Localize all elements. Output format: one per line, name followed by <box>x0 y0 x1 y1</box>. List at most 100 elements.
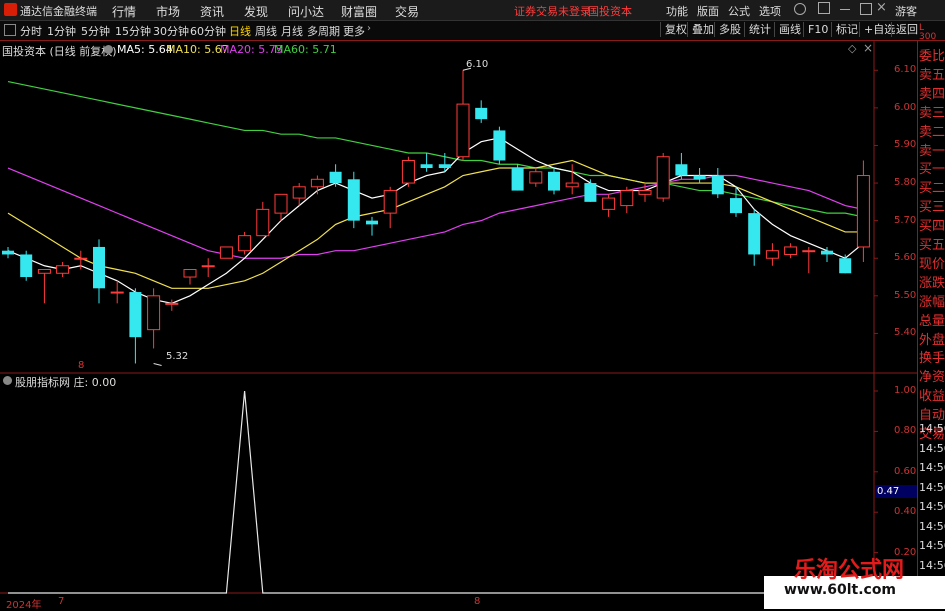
tab-period-15min[interactable]: 15分钟 <box>115 23 151 39</box>
quote-field-label[interactable]: 买二 <box>919 177 945 196</box>
back-button[interactable]: 返回 <box>891 22 922 37</box>
close-icon[interactable]: × <box>876 0 887 15</box>
quote-field-label[interactable]: 总量 <box>919 310 945 329</box>
menu-item-ask[interactable]: 问小达 <box>288 3 324 20</box>
maximize-icon[interactable] <box>860 3 872 15</box>
quote-field-label[interactable]: 涨跌 <box>919 272 945 291</box>
ma60-line <box>7 80 864 218</box>
trade-time: 14:56 <box>919 558 945 572</box>
y-tick-label: 5.90 <box>894 139 917 151</box>
tab-period-5min[interactable]: 5分钟 <box>81 23 110 39</box>
candle-body-up <box>456 103 470 158</box>
candle-body-down <box>2 250 14 255</box>
quote-field-label[interactable]: 卖三 <box>919 102 945 121</box>
menu-item-trade[interactable]: 交易 <box>395 3 419 20</box>
tab-period-timeshare[interactable]: 分时 <box>20 23 42 39</box>
trade-time: 14:56 <box>919 480 945 494</box>
candle-body-up <box>310 178 324 188</box>
candle-body-up <box>256 208 270 237</box>
quote-field-label[interactable]: 买五 <box>919 234 945 253</box>
quote-field-label[interactable]: 卖一 <box>919 140 945 159</box>
quote-field-label[interactable]: 卖四 <box>919 83 945 102</box>
candle-body-down <box>511 168 524 191</box>
tab-period-month[interactable]: 月线 <box>281 23 303 39</box>
tab-period-more[interactable]: 更多 <box>343 23 365 39</box>
menu-item-markets[interactable]: 市场 <box>156 3 180 20</box>
menu-item-options[interactable]: 选项 <box>759 3 781 19</box>
candle-body-down <box>693 175 706 180</box>
menu-item-discover[interactable]: 发现 <box>244 3 268 20</box>
quote-field-label[interactable]: 委比 <box>919 45 945 64</box>
candle-body-down <box>748 213 761 255</box>
quote-field-label[interactable]: 涨幅 <box>919 291 945 310</box>
minimize-icon[interactable] <box>840 9 850 10</box>
menu-item-news[interactable]: 资讯 <box>200 3 224 20</box>
axis-month-label-1: 7 <box>58 596 65 607</box>
tab-period-day[interactable]: 日线 <box>229 23 251 39</box>
trade-time: 14:56 <box>919 441 945 455</box>
axis-month-label-2: 8 <box>474 596 481 607</box>
quote-field-label[interactable]: 买四 <box>919 215 945 234</box>
candle-body-up <box>401 159 415 184</box>
y-tick-label: 5.50 <box>894 289 917 301</box>
menu-item-market[interactable]: 行情 <box>112 3 136 20</box>
restore-icon[interactable] <box>818 2 830 14</box>
candle-body-down <box>438 164 451 169</box>
candle-body-down <box>821 250 833 255</box>
candle-body-down <box>420 164 433 169</box>
candle-body-up <box>110 291 124 294</box>
tab-period-1min[interactable]: 1分钟 <box>47 23 76 39</box>
user-label[interactable]: 游客 <box>895 3 917 19</box>
help-icon[interactable] <box>794 3 806 15</box>
candle-body-down <box>675 164 688 176</box>
quote-field-label[interactable]: 卖二 <box>919 121 945 140</box>
app-name: 通达信金融终端 <box>20 5 97 18</box>
y-tick-label: 6.00 <box>894 101 917 113</box>
menu-item-formula[interactable]: 公式 <box>728 3 750 19</box>
candle-body-down <box>129 292 142 338</box>
tab-period-multi[interactable]: 多周期 <box>307 23 340 39</box>
quote-field-label[interactable]: 换手 <box>919 347 945 366</box>
candle-body-up <box>602 197 616 210</box>
chevron-right-icon[interactable]: › <box>367 23 371 34</box>
sidebar-toggle-icon[interactable] <box>4 24 16 36</box>
trade-time: 14:56 <box>919 519 945 533</box>
tab-period-60min[interactable]: 60分钟 <box>190 23 226 39</box>
tab-period-30min[interactable]: 30分钟 <box>153 23 189 39</box>
menu-item-function[interactable]: 功能 <box>666 3 688 19</box>
quote-field-label[interactable]: 买一 <box>919 158 945 177</box>
f10-button[interactable]: F10 <box>803 22 832 37</box>
trade-time: 14:56 <box>919 539 945 552</box>
quote-field-label[interactable]: 自动 <box>919 404 945 423</box>
y-tick-label: 6.10 <box>894 64 917 76</box>
candle-body-up <box>238 235 252 252</box>
login-notice[interactable]: 证券交易未登录 <box>514 3 591 19</box>
draw-line-button[interactable]: 画线 <box>774 22 805 37</box>
y-tick-label: 5.60 <box>894 252 917 264</box>
candle-body-down <box>347 179 360 221</box>
quote-field-label[interactable]: 净资 <box>919 366 945 385</box>
candle-body-up <box>56 265 70 274</box>
candle-body-up <box>529 171 543 184</box>
candle-body-up <box>620 190 634 207</box>
candle-body-down <box>366 220 378 225</box>
quote-field-label[interactable]: 买三 <box>919 196 945 215</box>
multi-stock-button[interactable]: 多股 <box>714 22 745 37</box>
quote-field-label[interactable]: 卖五 <box>919 64 945 83</box>
candle-body-up <box>74 257 88 260</box>
high-price-label: 6.10 <box>466 59 489 70</box>
candle-body-up <box>37 269 51 274</box>
ma10-line <box>7 159 864 289</box>
menu-item-layout[interactable]: 版面 <box>697 3 719 19</box>
quote-field-label[interactable]: 外盘 <box>919 329 945 348</box>
kline-chart[interactable] <box>0 41 917 609</box>
menu-item-wealth[interactable]: 财富圈 <box>341 3 377 20</box>
quote-field-label[interactable]: 现价 <box>919 253 945 272</box>
indicator-line <box>8 390 864 594</box>
y-tick-label: 5.80 <box>894 177 917 189</box>
watermark-url: www.60lt.com <box>784 582 897 598</box>
tab-period-week[interactable]: 周线 <box>255 23 277 39</box>
quote-field-label[interactable]: 收益 <box>919 385 945 404</box>
mark-button[interactable]: 标记 <box>831 22 862 37</box>
stats-button[interactable]: 统计 <box>744 22 775 37</box>
